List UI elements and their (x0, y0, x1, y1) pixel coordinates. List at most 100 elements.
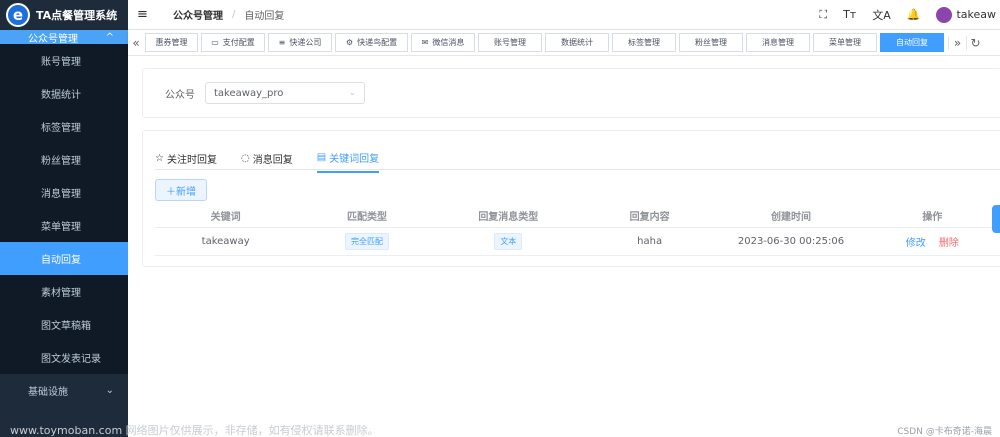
menu-official-account[interactable]: 公众号管理 ^ (0, 30, 128, 45)
sidebar-item-label: 自动回复 (41, 255, 81, 266)
username: takeaw (956, 8, 996, 21)
app-logo-icon: e (6, 3, 30, 27)
sidebar-item-drafts[interactable]: 图文草稿箱 (0, 308, 128, 341)
sidebar-item-fans[interactable]: 粉丝管理 (0, 143, 128, 176)
settings-drawer-handle[interactable] (992, 205, 1000, 233)
breadcrumb-separator: / (232, 9, 236, 20)
topbar-tools: ⛶ Tт 文A 🔔 takeaw (819, 6, 1000, 23)
tag-messages[interactable]: 消息管理 (746, 33, 810, 52)
tag-kdniao-config[interactable]: ⚙ 快递鸟配置 (335, 33, 408, 52)
table-header-row: 关键词 匹配类型 回复消息类型 回复内容 创建时间 操作 (155, 205, 1000, 228)
tag-fans[interactable]: 粉丝管理 (679, 33, 743, 52)
tag-label: 消息管理 (762, 38, 794, 47)
account-filter-label: 公众号 (165, 89, 195, 101)
list-icon: ≡ (278, 38, 286, 47)
app-title: TA点餐管理系统 (36, 9, 118, 22)
account-select[interactable]: takeaway_pro ⌄ (205, 82, 365, 104)
mail-icon: ✉ (421, 38, 429, 47)
cell-message-type: 文本 (437, 227, 579, 256)
topbar: ≡ 公众号管理 / 自动回复 ⛶ Tт 文A 🔔 takeaw (128, 0, 1000, 30)
sidebar-item-account[interactable]: 账号管理 (0, 44, 128, 77)
chat-icon: ◌ (240, 153, 250, 164)
scroll-left-icon[interactable]: « (128, 36, 144, 50)
tag-label: 惠券管理 (155, 38, 188, 47)
fullscreen-icon[interactable]: ⛶ (819, 8, 827, 22)
tag-payment-config[interactable]: ▭ 支付配置 (201, 33, 265, 52)
tag-label: 标签管理 (628, 38, 660, 47)
tag-label: 数据统计 (561, 38, 593, 47)
chevron-down-icon: ⌄ (105, 385, 114, 396)
tag-label: 账号管理 (494, 38, 526, 47)
cell-content: haha (578, 227, 721, 256)
sidebar-item-publish-records[interactable]: 图文发表记录 (0, 341, 128, 374)
tag-coupon[interactable]: 惠券管理 (145, 33, 198, 52)
sidebar-item-tags[interactable]: 标签管理 (0, 110, 128, 143)
col-keyword: 关键词 (155, 205, 297, 228)
cell-created: 2023-06-30 00:25:06 (720, 227, 862, 256)
scroll-right-icon[interactable]: » (948, 35, 966, 50)
tag-tags[interactable]: 标签管理 (612, 33, 676, 52)
filter-card: 公众号 takeaway_pro ⌄ (142, 68, 1000, 118)
sidebar-item-messages[interactable]: 消息管理 (0, 176, 128, 209)
card-icon: ▭ (211, 38, 219, 47)
edit-button[interactable]: 修改 (906, 238, 926, 249)
col-actions: 操作 (861, 205, 1000, 228)
tags-controls: » ↻ (948, 35, 984, 50)
delete-button[interactable]: 删除 (939, 238, 959, 249)
bell-icon[interactable]: 🔔 (907, 8, 921, 21)
tab-label: 关键词回复 (329, 154, 380, 165)
refresh-icon[interactable]: ↻ (966, 35, 984, 50)
sidebar-item-label: 图文草稿箱 (41, 321, 91, 332)
breadcrumb-item-parent[interactable]: 公众号管理 (173, 7, 223, 22)
user-menu[interactable]: takeaw (936, 6, 996, 23)
chevron-down-icon: ⌄ (348, 88, 356, 98)
main-content: 公众号 takeaway_pro ⌄ ☆ 关注时回复 ◌ 消息回复 ▤ 关键词回复 ＋… (128, 56, 1000, 437)
gear-icon: ⚙ (345, 38, 354, 47)
submenu: 账号管理 数据统计 标签管理 粉丝管理 消息管理 菜单管理 自动回复 素材管理 … (0, 44, 128, 374)
logo[interactable]: e TA点餐管理系统 (0, 0, 128, 30)
tag-account[interactable]: 账号管理 (478, 33, 542, 52)
breadcrumb: 公众号管理 / 自动回复 (173, 7, 284, 22)
menu-official-account-label: 公众号管理 (28, 33, 78, 45)
tab-label: 消息回复 (252, 155, 293, 166)
menu-infrastructure[interactable]: 基础设施 ⌄ (0, 374, 128, 407)
sidebar-item-label: 图文发表记录 (41, 354, 101, 365)
tag-label: 粉丝管理 (695, 38, 727, 47)
menu-infrastructure-label: 基础设施 (28, 387, 68, 398)
sidebar-item-label: 素材管理 (41, 288, 81, 299)
avatar (936, 6, 953, 23)
tag-label: 快递公司 (289, 38, 322, 47)
table-row: takeaway 完全匹配 文本 haha 2023-06-30 00:25:0… (155, 227, 1000, 256)
tag-menu[interactable]: 菜单管理 (813, 33, 877, 52)
tag-label: 自动回复 (896, 38, 928, 47)
watermark-right: CSDN @卡布奇诺-海晨 (897, 426, 992, 437)
keyword-reply-table: 关键词 匹配类型 回复消息类型 回复内容 创建时间 操作 takeaway 完全… (155, 205, 1000, 256)
hamburger-icon[interactable]: ≡ (137, 7, 151, 22)
col-match-type: 匹配类型 (296, 205, 438, 228)
tags-view: « 惠券管理 ▭ 支付配置 ≡ 快递公司 ⚙ 快递鸟配置 ✉ 微信消息 账号管理 数据统… (128, 30, 1000, 56)
col-message-type: 回复消息类型 (437, 205, 579, 228)
message-type-badge: 文本 (494, 232, 523, 250)
breadcrumb-item-current: 自动回复 (244, 11, 285, 22)
cell-actions: 修改 删除 (861, 227, 1000, 256)
translate-icon[interactable]: 文A (872, 7, 891, 23)
tag-wechat-message[interactable]: ✉ 微信消息 (411, 33, 475, 52)
sidebar-item-auto-reply[interactable]: 自动回复 (0, 242, 128, 275)
news-icon: ▤ (316, 152, 327, 163)
sidebar-item-menu[interactable]: 菜单管理 (0, 209, 128, 242)
sidebar-item-statistics[interactable]: 数据统计 (0, 77, 128, 110)
add-button[interactable]: ＋新增 (155, 179, 207, 201)
reply-card: ☆ 关注时回复 ◌ 消息回复 ▤ 关键词回复 ＋新增 关键词 匹配类型 回复消息类型 … (142, 130, 1000, 267)
sidebar-item-materials[interactable]: 素材管理 (0, 275, 128, 308)
font-size-icon[interactable]: Tт (843, 8, 856, 21)
col-created: 创建时间 (720, 205, 862, 228)
sidebar-item-label: 数据统计 (41, 90, 81, 101)
sidebar-item-label: 账号管理 (41, 57, 81, 68)
tag-label: 支付配置 (222, 38, 255, 47)
tag-statistics[interactable]: 数据统计 (545, 33, 609, 52)
tag-express-company[interactable]: ≡ 快递公司 (268, 33, 332, 52)
sidebar: e TA点餐管理系统 公众号管理 ^ 账号管理 数据统计 标签管理 粉丝管理 消… (0, 0, 128, 437)
sidebar-item-label: 菜单管理 (41, 222, 81, 233)
tag-auto-reply[interactable]: 自动回复 (880, 33, 944, 52)
cell-match-type: 完全匹配 (296, 227, 438, 256)
